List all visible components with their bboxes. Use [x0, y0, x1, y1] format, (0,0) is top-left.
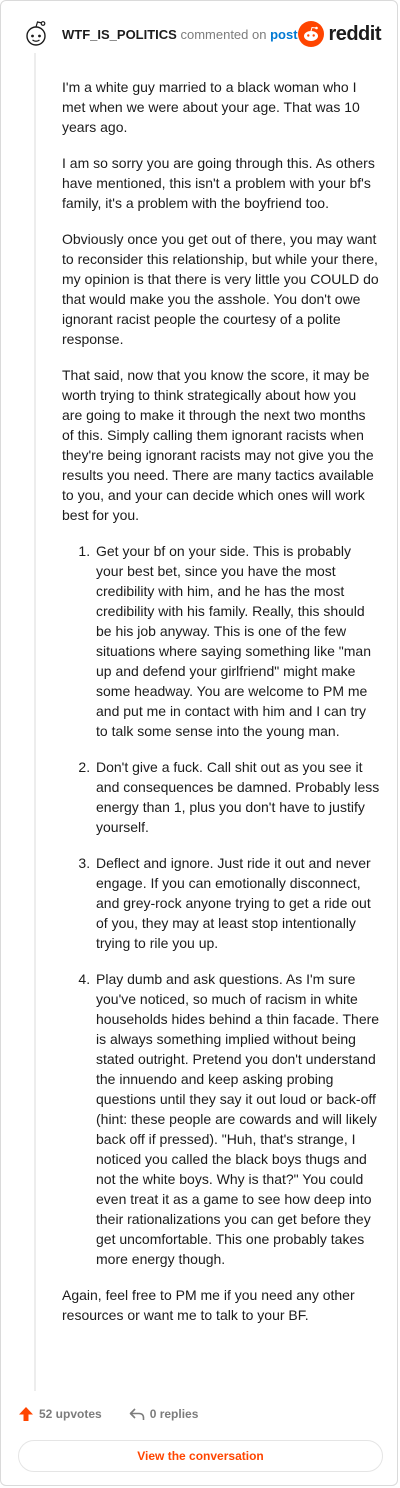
replies[interactable]: 0 replies: [128, 1405, 199, 1423]
comment-footer: 52 upvotes 0 replies: [17, 1405, 198, 1423]
paragraph: I'm a white guy married to a black woman…: [62, 79, 360, 135]
author-line: WTF_IS_POLITICS commented on post: [62, 27, 298, 42]
reply-count: 0 replies: [149, 1407, 199, 1421]
comment-body: I'm a white guy married to a black woman…: [62, 77, 380, 1341]
view-conversation-button[interactable]: View the conversation: [18, 1440, 383, 1472]
paragraph: That said, now that you know the score, …: [62, 367, 374, 523]
author-name[interactable]: WTF_IS_POLITICS: [62, 27, 177, 42]
reddit-logo[interactable]: reddit: [298, 21, 381, 47]
reddit-logo-icon: [298, 21, 325, 47]
list-item: Get your bf on your side. This is probab…: [94, 541, 380, 741]
paragraph: Again, feel free to PM me if you need an…: [62, 1287, 355, 1323]
list-item: Play dumb and ask questions. As I'm sure…: [94, 969, 380, 1269]
upvote-count: 52 upvotes: [39, 1407, 102, 1421]
list-item: Don't give a fuck. Call shit out as you …: [94, 757, 380, 837]
upvote-arrow-icon[interactable]: [17, 1405, 35, 1423]
action-text: commented on: [180, 27, 267, 42]
upvotes[interactable]: 52 upvotes: [17, 1405, 102, 1423]
paragraph: Obviously once you get out of there, you…: [62, 231, 379, 347]
list-item: Deflect and ignore. Just ride it out and…: [94, 853, 380, 953]
post-link[interactable]: post: [270, 27, 297, 42]
thread-line[interactable]: [34, 53, 36, 1391]
comment-card: WTF_IS_POLITICS commented on post reddit…: [0, 0, 398, 1486]
paragraph: I am so sorry you are going through this…: [62, 155, 375, 211]
tactics-list: Get your bf on your side. This is probab…: [62, 541, 380, 1269]
snoo-avatar-icon[interactable]: [21, 19, 51, 49]
comment-header: WTF_IS_POLITICS commented on post reddit: [1, 1, 397, 65]
reddit-wordmark: reddit: [328, 22, 381, 45]
reply-arrow-icon: [128, 1405, 146, 1423]
